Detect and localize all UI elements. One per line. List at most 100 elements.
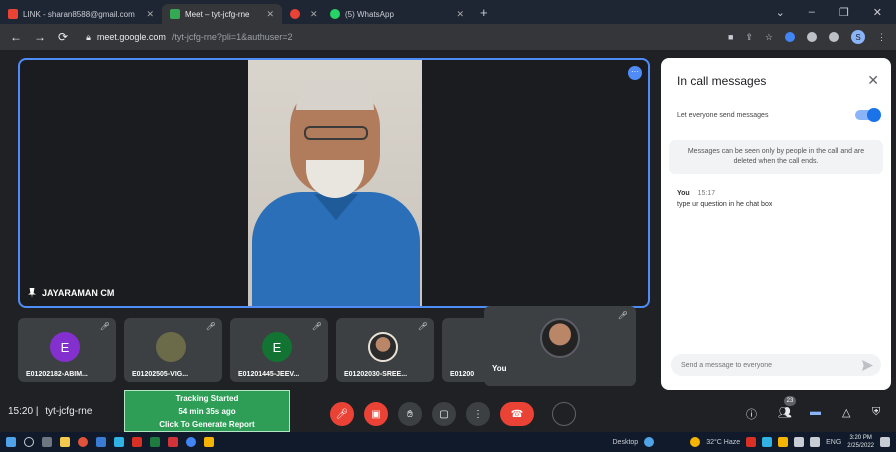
puzzle-icon[interactable] (807, 32, 817, 42)
activities-icon[interactable]: △ (842, 406, 850, 419)
meeting-time: 15:20 (8, 406, 34, 417)
camera-off-button[interactable]: ▣ (364, 402, 388, 426)
people-icon[interactable]: 👥︎ (778, 406, 792, 419)
app-icon[interactable] (168, 437, 178, 447)
chat-title: In call messages (677, 73, 767, 88)
wifi-icon[interactable] (794, 437, 805, 447)
back-icon[interactable]: ← (10, 30, 22, 44)
whatsapp-icon (330, 9, 340, 19)
windows-start-icon[interactable] (6, 437, 16, 447)
system-clock[interactable]: 3:20 PM 2/25/2022 (847, 434, 874, 450)
share-icon[interactable]: ⇪ (745, 32, 753, 43)
leave-call-button[interactable]: ☎︎ (500, 402, 534, 426)
app-icon[interactable] (186, 437, 196, 447)
tray-icon[interactable] (778, 437, 789, 447)
allow-messages-toggle[interactable] (855, 108, 881, 122)
close-tab-icon[interactable]: ✕ (310, 9, 318, 20)
extension-icon[interactable] (785, 32, 795, 42)
language-indicator[interactable]: ENG (826, 439, 841, 446)
chat-input[interactable] (671, 354, 881, 376)
mic-off-button[interactable]: 🎤︎ (330, 402, 354, 426)
close-tab-icon[interactable]: ✕ (266, 9, 274, 20)
reload-icon[interactable]: ⟳ (58, 30, 68, 44)
participant-tile[interactable]: 🎤︎ E E01201445-JEEV... (230, 318, 328, 382)
chat-icon[interactable]: ▬ (810, 406, 821, 418)
weather-text[interactable]: 32°C Haze (706, 439, 740, 446)
app-icon[interactable] (204, 437, 214, 447)
participant-tile[interactable]: 🎤︎ E01202505-VIG... (124, 318, 222, 382)
chrome-taskbar-icon[interactable] (644, 437, 655, 447)
people-count-badge: 23 (784, 396, 796, 406)
tab-label: LINK - sharan8588@gmail.com (23, 9, 135, 19)
volume-icon[interactable] (810, 437, 821, 447)
more-options-button[interactable]: ⋮ (466, 402, 490, 426)
info-icon[interactable]: ⓘ (746, 406, 757, 422)
close-tab-icon[interactable]: ✕ (146, 9, 154, 20)
app-icon[interactable] (114, 437, 124, 447)
tab-label: Meet – tyt-jcfg-rne (185, 9, 250, 19)
tab-whatsapp[interactable]: (5) WhatsApp ✕ (322, 4, 472, 24)
new-tab-button[interactable]: + (480, 5, 488, 20)
mic-off-icon: 🎤︎ (311, 322, 322, 331)
present-button[interactable]: ▢ (432, 402, 456, 426)
chat-permission-row: Let everyone send messages (677, 108, 881, 122)
close-window-icon[interactable]: ✕ (873, 6, 882, 19)
forward-icon[interactable]: → (34, 30, 46, 44)
desktop-label[interactable]: Desktop (613, 439, 639, 446)
meeting-code: tyt-jcfg-rne (45, 406, 93, 417)
search-icon[interactable] (24, 437, 34, 447)
chat-header: In call messages ✕ (677, 72, 879, 89)
url-field[interactable]: 🔒︎ meet.google.com/tyt-jcfg-rne?pli=1&au… (86, 32, 292, 43)
more-options-icon[interactable]: ··· (628, 66, 642, 80)
tray-icon[interactable] (762, 437, 773, 447)
participant-name: E01200 (450, 371, 475, 378)
profile-avatar[interactable]: S (851, 30, 865, 44)
main-speaker-tile[interactable]: JAYARAMAN CM ··· (18, 58, 650, 308)
tracking-banner[interactable]: Tracking Started 54 min 35s ago Click To… (124, 390, 290, 432)
close-tab-icon[interactable]: ✕ (456, 9, 464, 20)
self-label: You (492, 364, 507, 373)
self-video (540, 318, 580, 358)
task-view-icon[interactable] (42, 437, 52, 447)
chat-notice: Messages can be seen only by people in t… (669, 140, 883, 174)
speaker-name-label: JAYARAMAN CM (42, 288, 115, 298)
mic-off-icon: 🎤︎ (417, 322, 428, 331)
menu-icon[interactable]: ⋮ (877, 32, 886, 43)
tray-icon[interactable] (746, 437, 757, 447)
camera-icon[interactable]: ■ (728, 32, 733, 42)
sidebar-icon[interactable] (829, 32, 839, 42)
self-view-tile[interactable]: 🎤︎ You (484, 306, 636, 386)
app-icon[interactable] (132, 437, 142, 447)
divider: | (35, 406, 39, 417)
tab-recording[interactable]: ✕ (282, 4, 322, 24)
speaker-hair (296, 80, 374, 110)
participant-tile[interactable]: 🎤︎ E01202030-SREE... (336, 318, 434, 382)
app-icon[interactable] (96, 437, 106, 447)
pin-icon[interactable] (28, 288, 36, 298)
file-explorer-icon[interactable] (60, 437, 70, 447)
participant-avatar (368, 332, 398, 362)
message-time: 15:17 (697, 190, 716, 197)
control-bar: 15:20 | tyt-jcfg-rne Tracking Started 54… (0, 388, 896, 432)
tab-gmail[interactable]: LINK - sharan8588@gmail.com ✕ (0, 4, 162, 24)
notification-icon[interactable] (880, 437, 890, 447)
app-icon[interactable] (150, 437, 160, 447)
message-text: type ur question in he chat box (677, 201, 773, 208)
star-icon[interactable]: ☆ (765, 32, 773, 43)
maximize-icon[interactable]: ❐ (839, 6, 849, 19)
minimize-icon[interactable]: – (809, 6, 815, 19)
participant-tile[interactable]: 🎤︎ E E01202182-ABIM... (18, 318, 116, 382)
tab-meet[interactable]: Meet – tyt-jcfg-rne ✕ (162, 4, 282, 24)
raise-hand-button[interactable]: ✋︎ (398, 402, 422, 426)
chrome-taskbar-icon[interactable] (78, 437, 88, 447)
mic-off-icon: 🎤︎ (205, 322, 216, 331)
weather-icon (690, 437, 701, 447)
toggle-label: Let everyone send messages (677, 111, 769, 119)
activity-ring-button[interactable] (552, 402, 576, 426)
windows-taskbar: Desktop 32°C Haze ENG 3:20 PM 2/25/2022 (0, 432, 896, 452)
generate-report-link[interactable]: Click To Generate Report (125, 418, 289, 431)
chevron-down-icon[interactable]: ⌄ (776, 6, 785, 19)
host-controls-icon[interactable]: ⛨ (872, 406, 880, 419)
lock-icon: 🔒︎ (86, 31, 91, 42)
close-icon[interactable]: ✕ (867, 72, 879, 89)
